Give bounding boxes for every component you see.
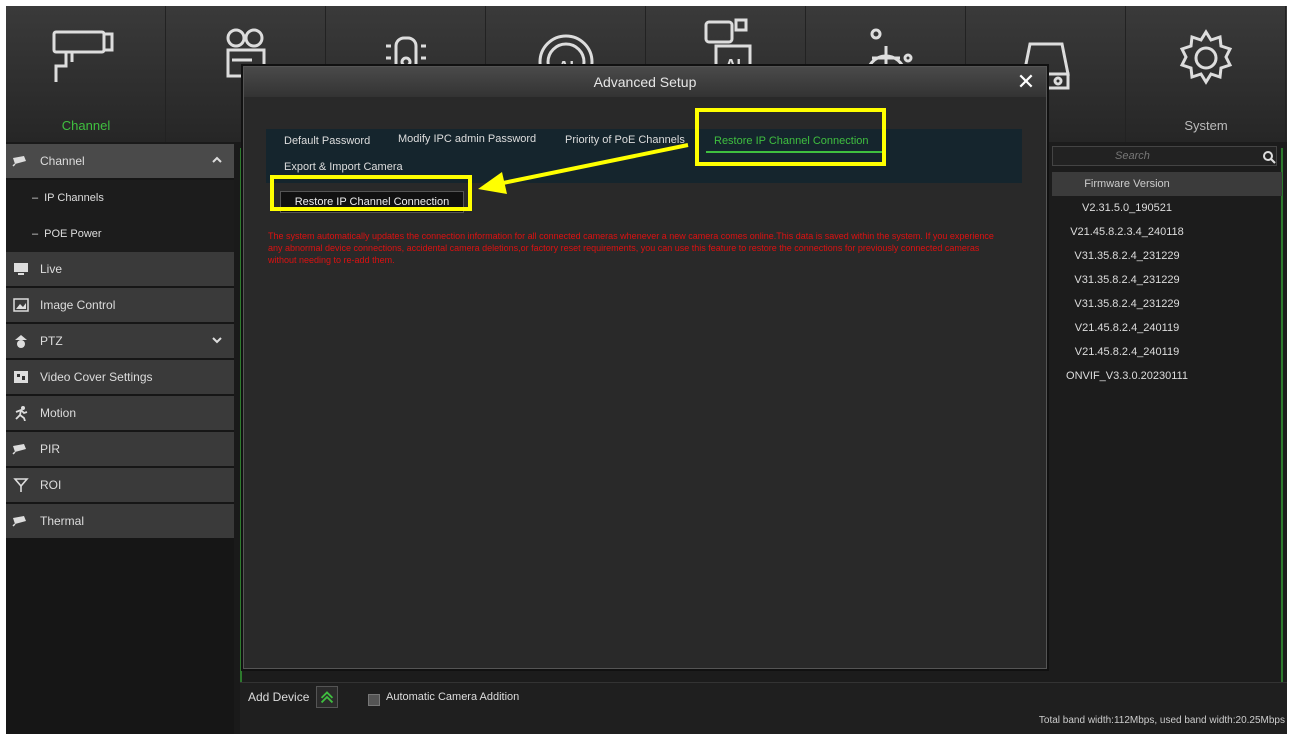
advanced-setup-dialog: Advanced Setup ✕ Default Password Modify… bbox=[243, 66, 1047, 669]
sidebar: Channel – IP Channels – POE Power Live I… bbox=[6, 144, 234, 734]
camera-icon bbox=[12, 153, 30, 169]
sidebar-item-live[interactable]: Live bbox=[6, 252, 234, 286]
sidebar-item-video-cover[interactable]: Video Cover Settings bbox=[6, 360, 234, 394]
automatic-addition-label: Automatic Camera Addition bbox=[386, 691, 520, 703]
tab-default-password[interactable]: Default Password bbox=[284, 135, 370, 147]
ptz-icon bbox=[12, 333, 30, 349]
table-row: V21.45.8.2.4_240119 bbox=[1074, 346, 1180, 358]
chevron-down-icon bbox=[212, 337, 222, 344]
sidebar-item-label: IP Channels bbox=[44, 192, 104, 204]
tab-priority-poe-channels[interactable]: Priority of PoE Channels bbox=[565, 134, 685, 146]
camera-icon bbox=[12, 513, 30, 529]
sidebar-item-label: Image Control bbox=[40, 298, 116, 312]
automatic-addition-checkbox[interactable] bbox=[368, 694, 380, 706]
nav-system[interactable]: System bbox=[1126, 6, 1286, 142]
sidebar-item-poe-power[interactable]: – POE Power bbox=[6, 216, 234, 252]
dialog-title: Advanced Setup bbox=[244, 67, 1046, 97]
sidebar-item-label: Motion bbox=[40, 406, 77, 420]
sidebar-item-channel[interactable]: Channel bbox=[6, 144, 234, 178]
image-icon bbox=[12, 297, 30, 313]
search-input[interactable]: Search bbox=[1052, 146, 1277, 166]
camera-icon bbox=[12, 441, 30, 457]
sidebar-item-motion[interactable]: Motion bbox=[6, 396, 234, 430]
sidebar-item-label: ROI bbox=[40, 478, 62, 492]
sidebar-item-ptz[interactable]: PTZ bbox=[6, 324, 234, 358]
search-icon[interactable] bbox=[1262, 150, 1276, 164]
nav-channel-label: Channel bbox=[61, 118, 111, 133]
roi-icon bbox=[12, 477, 30, 493]
bandwidth-status: Total band width:112Mbps, used band widt… bbox=[1038, 715, 1285, 726]
sidebar-item-roi[interactable]: ROI bbox=[6, 468, 234, 502]
nav-channel[interactable]: Channel bbox=[6, 6, 166, 142]
feature-description: The system automatically updates the con… bbox=[268, 231, 994, 265]
nvr-screen: Channel Rec AI AI vice System bbox=[6, 6, 1287, 734]
nav-system-label: System bbox=[1184, 118, 1228, 133]
sidebar-item-label: POE Power bbox=[44, 228, 102, 240]
panel-border bbox=[1281, 148, 1283, 688]
monitor-icon bbox=[12, 261, 30, 277]
bottom-bar bbox=[240, 682, 1287, 734]
firmware-column-header: Firmware Version bbox=[1084, 178, 1170, 190]
sidebar-item-thermal[interactable]: Thermal bbox=[6, 504, 234, 538]
close-button[interactable]: ✕ bbox=[1016, 71, 1036, 93]
sidebar-item-label: Live bbox=[40, 262, 63, 276]
camera-icon bbox=[52, 30, 113, 82]
tab-modify-ipc-password[interactable]: Modify IPC admin Password bbox=[398, 133, 536, 145]
sidebar-item-label: Thermal bbox=[40, 514, 85, 528]
sidebar-item-label: Video Cover Settings bbox=[40, 370, 153, 384]
table-row: V31.35.8.2.4_231229 bbox=[1074, 274, 1180, 286]
sidebar-item-image-control[interactable]: Image Control bbox=[6, 288, 234, 322]
table-row: ONVIF_V3.3.0.20230111 bbox=[1066, 370, 1188, 382]
table-row: V21.45.8.2.3.4_240118 bbox=[1070, 226, 1184, 238]
video-cover-icon bbox=[12, 369, 30, 385]
sidebar-item-label: PIR bbox=[40, 442, 61, 456]
add-device-label: Add Device bbox=[248, 690, 310, 704]
chevron-up-icon bbox=[212, 156, 222, 163]
table-row: V31.35.8.2.4_231229 bbox=[1074, 298, 1180, 310]
table-row: V21.45.8.2.4_240119 bbox=[1074, 322, 1180, 334]
sidebar-item-label: PTZ bbox=[40, 334, 63, 348]
sidebar-item-label: Channel bbox=[40, 154, 85, 168]
sidebar-item-ip-channels[interactable]: – IP Channels bbox=[6, 180, 234, 216]
panel-border bbox=[240, 148, 242, 688]
add-device-button[interactable] bbox=[316, 686, 338, 708]
sidebar-item-pir[interactable]: PIR bbox=[6, 432, 234, 466]
tab-export-import-camera[interactable]: Export & Import Camera bbox=[284, 161, 403, 173]
table-row: V31.35.8.2.4_231229 bbox=[1074, 250, 1180, 262]
running-person-icon bbox=[12, 405, 30, 421]
gear-icon bbox=[1179, 29, 1232, 85]
highlight-box-tab bbox=[695, 108, 886, 166]
table-row: V2.31.5.0_190521 bbox=[1082, 202, 1172, 214]
highlight-box-button bbox=[270, 175, 472, 211]
